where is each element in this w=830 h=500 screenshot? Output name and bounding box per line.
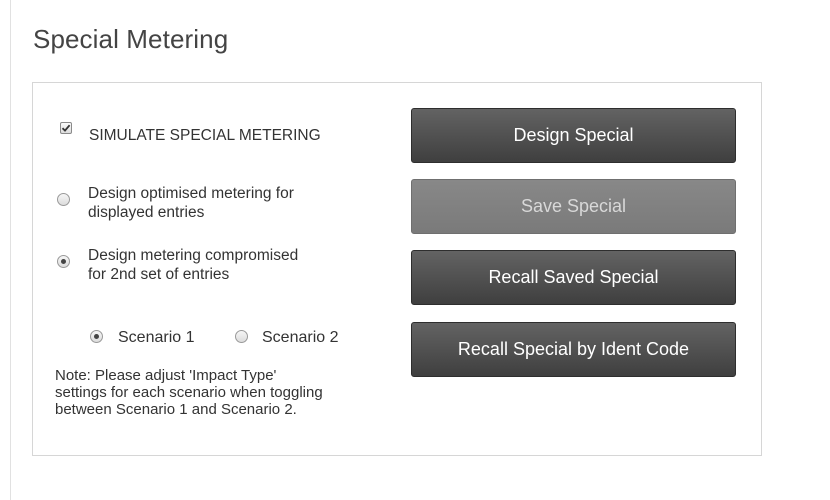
- design-optimised-label-line2: displayed entries: [88, 204, 205, 221]
- simulate-special-metering-checkbox[interactable]: [60, 122, 72, 134]
- scenario-note: Note: Please adjust 'Impact Type' settin…: [55, 367, 415, 418]
- scenario-note-line1: Note: Please adjust 'Impact Type': [55, 367, 277, 384]
- simulate-special-metering-label: SIMULATE SPECIAL METERING: [89, 127, 321, 144]
- scenario-2-label: Scenario 2: [262, 329, 339, 346]
- design-compromised-label-line1: Design metering compromised: [88, 247, 299, 264]
- design-optimised-label-line1: Design optimised metering for: [88, 185, 294, 202]
- design-compromised-radio[interactable]: [57, 255, 70, 268]
- recall-special-by-ident-code-button[interactable]: Recall Special by Ident Code: [411, 322, 736, 377]
- checkmark-icon: [61, 124, 71, 132]
- scenario-1-radio[interactable]: [90, 330, 103, 343]
- design-optimised-radio[interactable]: [57, 193, 70, 206]
- page-title: Special Metering: [33, 24, 229, 54]
- design-optimised-label: Design optimised metering for displayed …: [88, 184, 294, 222]
- left-divider: [10, 0, 11, 500]
- scenario-1-label: Scenario 1: [118, 329, 195, 346]
- recall-saved-special-button[interactable]: Recall Saved Special: [411, 250, 736, 305]
- scenario-note-line3: between Scenario 1 and Scenario 2.: [55, 401, 297, 418]
- scenario-2-radio[interactable]: [235, 330, 248, 343]
- design-compromised-label-line2: for 2nd set of entries: [88, 266, 230, 283]
- save-special-button[interactable]: Save Special: [411, 179, 736, 234]
- scenario-note-line2: settings for each scenario when toggling: [55, 384, 323, 401]
- design-special-button[interactable]: Design Special: [411, 108, 736, 163]
- design-compromised-label: Design metering compromised for 2nd set …: [88, 246, 298, 284]
